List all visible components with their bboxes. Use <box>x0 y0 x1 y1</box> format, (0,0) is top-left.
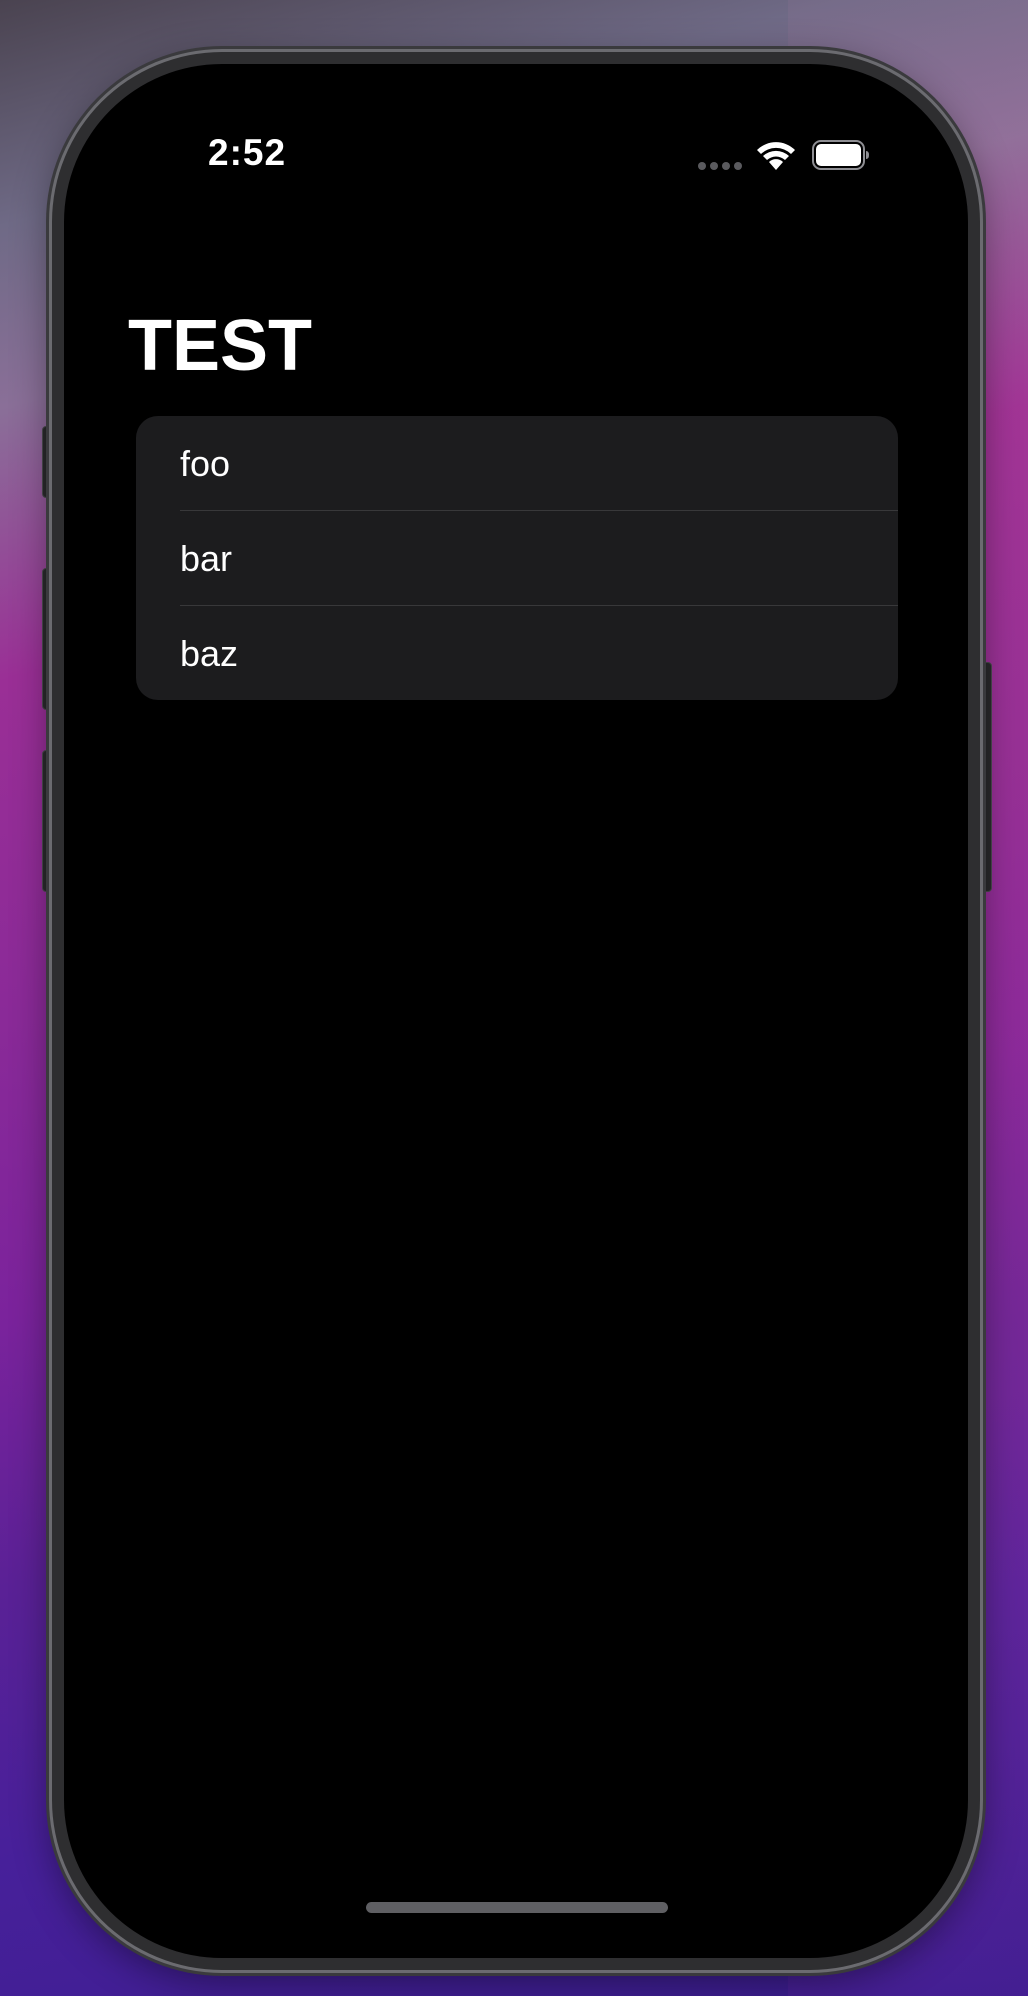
power-button <box>980 662 992 892</box>
signal-dots-icon <box>698 162 742 170</box>
status-bar: 2:52 <box>64 64 968 198</box>
battery-icon <box>812 140 869 170</box>
list-item-label: baz <box>180 632 239 674</box>
list-item-label: bar <box>180 537 233 579</box>
phone-screen: 2:52 TEST foo bar baz <box>64 64 968 1958</box>
dynamic-island <box>384 122 648 198</box>
status-time: 2:52 <box>208 132 287 173</box>
wifi-icon <box>757 142 795 170</box>
list-item-bar[interactable]: bar <box>136 511 898 606</box>
home-indicator[interactable] <box>366 1902 668 1913</box>
list-section: foo bar baz <box>136 416 898 700</box>
list-item-baz[interactable]: baz <box>136 606 898 700</box>
list-item-label: foo <box>180 442 231 484</box>
page-title: TEST <box>128 306 313 386</box>
list-item-foo[interactable]: foo <box>136 416 898 511</box>
